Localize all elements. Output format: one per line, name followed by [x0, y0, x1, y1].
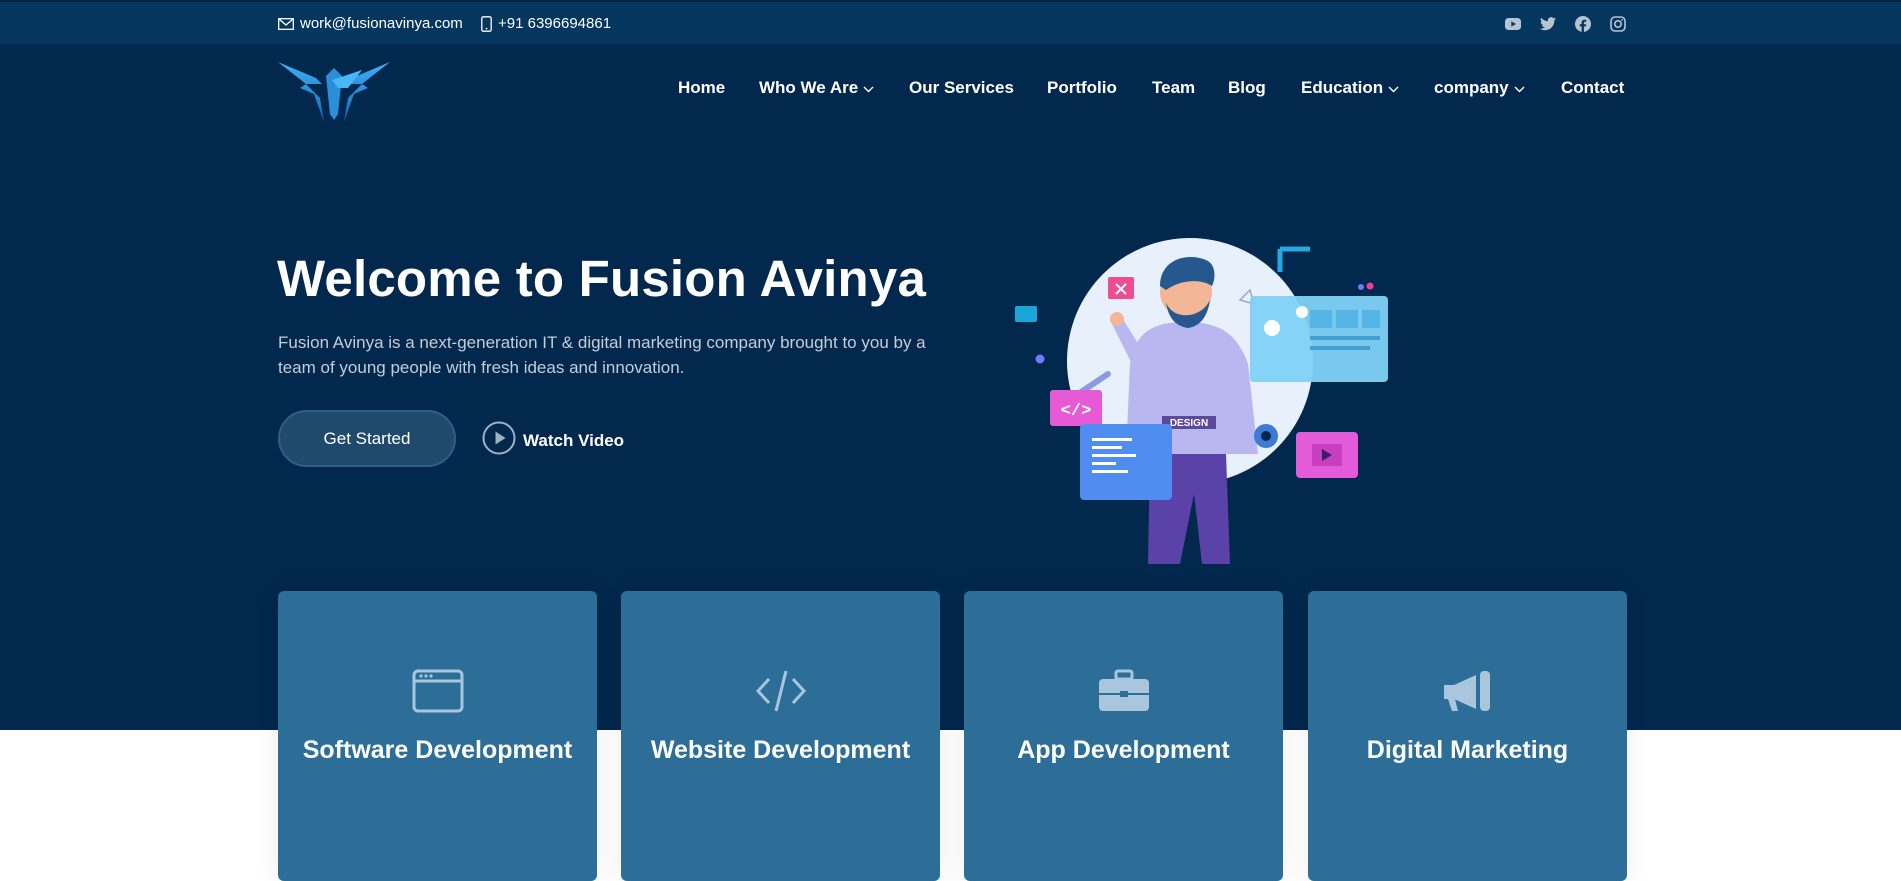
youtube-icon[interactable]: [1495, 14, 1530, 34]
watch-video-label: Watch Video: [523, 430, 625, 450]
service-title: App Development: [1017, 736, 1230, 764]
hero-description: Fusion Avinya is a next-generation IT & …: [278, 333, 926, 377]
megaphone-icon: [1440, 666, 1496, 716]
phone-icon: [481, 15, 492, 32]
nav-portfolio[interactable]: Portfolio: [1047, 78, 1117, 98]
nav-our-services[interactable]: Our Services: [909, 78, 1014, 98]
phone-text: +91 6396694861: [498, 15, 612, 32]
instagram-icon[interactable]: [1600, 14, 1635, 34]
get-started-button[interactable]: Get Started: [278, 410, 456, 467]
hero-title: Welcome to Fusion Avinya: [277, 250, 927, 307]
design-shirt-text: DESIGN: [1170, 418, 1208, 429]
chevron-down-icon: [1514, 78, 1525, 98]
services-section: Software Development Website Development…: [0, 591, 1901, 881]
nav-home[interactable]: Home: [678, 78, 725, 98]
service-title: Digital Marketing: [1366, 736, 1569, 764]
twitter-icon[interactable]: [1530, 14, 1565, 34]
facebook-icon[interactable]: [1565, 14, 1600, 34]
service-title: Software Development: [302, 736, 573, 764]
service-card-app-development[interactable]: App Development: [964, 591, 1283, 881]
svg-text:</>: </>: [1061, 402, 1092, 421]
service-card-digital-marketing[interactable]: Digital Marketing: [1308, 591, 1627, 881]
watch-video-button[interactable]: Watch Video: [482, 421, 624, 460]
social-links: [1495, 14, 1635, 34]
service-card-website-development[interactable]: Website Development: [621, 591, 940, 881]
envelope-icon: [278, 17, 294, 30]
nav-education[interactable]: Education: [1301, 78, 1399, 98]
code-icon: [753, 666, 809, 716]
nav-blog[interactable]: Blog: [1228, 78, 1266, 98]
nav-contact[interactable]: Contact: [1561, 78, 1624, 98]
designer-illustration: DESIGN </>: [1010, 224, 1390, 564]
main-navigation: Home Who We Are Our Services Portfolio T…: [0, 78, 1901, 102]
email-text: work@fusionavinya.com: [300, 15, 463, 32]
chevron-down-icon: [863, 78, 874, 98]
email-contact[interactable]: work@fusionavinya.com: [278, 15, 463, 32]
top-contact-bar: work@fusionavinya.com +91 6396694861: [0, 0, 1901, 44]
service-title: Website Development: [650, 736, 911, 764]
nav-company[interactable]: company: [1434, 78, 1525, 98]
nav-who-we-are[interactable]: Who We Are: [759, 78, 874, 98]
briefcase-icon: [1096, 666, 1152, 716]
chevron-down-icon: [1388, 78, 1399, 98]
nav-team[interactable]: Team: [1152, 78, 1195, 98]
service-card-software-development[interactable]: Software Development: [278, 591, 597, 881]
play-circle-icon: [482, 421, 516, 460]
phone-contact[interactable]: +91 6396694861: [481, 15, 611, 32]
browser-window-icon: [410, 666, 466, 716]
